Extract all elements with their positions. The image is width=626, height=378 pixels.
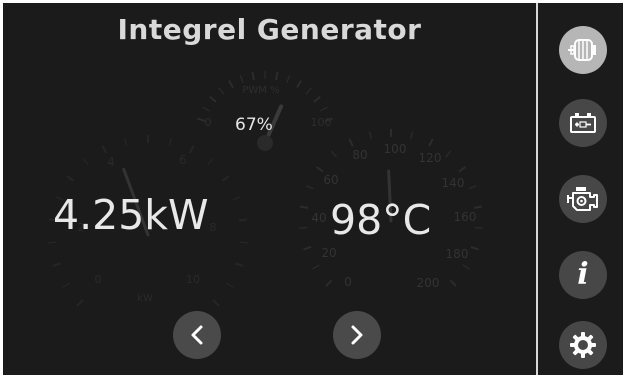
temp-tick-label: 60 bbox=[323, 173, 338, 187]
gauge-tick bbox=[313, 95, 321, 103]
previous-page-button[interactable] bbox=[173, 311, 221, 359]
gauge-tick bbox=[76, 299, 84, 307]
power-tick-label: 8 bbox=[210, 221, 217, 234]
gauge-tick bbox=[286, 75, 291, 84]
gauge-tick bbox=[445, 150, 452, 158]
gauge-tick bbox=[305, 87, 312, 95]
temp-tick-label: 0 bbox=[344, 275, 352, 289]
battery-icon bbox=[570, 113, 596, 133]
main-panel: PWM % 0 100 0 2 4 6 8 10 kW 0 20 40 60 8… bbox=[3, 3, 536, 375]
gauge-tick bbox=[239, 75, 244, 84]
temperature-readout: 98°C bbox=[330, 196, 432, 244]
gauge-tick bbox=[66, 175, 75, 182]
temp-tick-label: 180 bbox=[446, 247, 469, 261]
gauge-tick bbox=[315, 166, 324, 173]
gauge-tick bbox=[368, 131, 372, 140]
power-tick-label: 10 bbox=[186, 273, 200, 286]
power-tick-label: 0 bbox=[95, 273, 102, 286]
gauge-tick bbox=[209, 95, 217, 103]
page-title: Integrel Generator bbox=[117, 13, 422, 46]
pwm-tick-label: 100 bbox=[311, 116, 332, 129]
power-gauge-unit: kW bbox=[137, 293, 153, 304]
gauge-tick bbox=[221, 175, 230, 182]
gauge-tick bbox=[62, 282, 70, 288]
pwm-readout: 67% bbox=[235, 115, 273, 135]
gauges-background: PWM % 0 100 0 2 4 6 8 10 kW 0 20 40 60 8… bbox=[48, 71, 483, 307]
gauge-tick bbox=[428, 138, 434, 147]
temp-tick-label: 80 bbox=[352, 148, 367, 162]
gauge-tick bbox=[474, 226, 483, 229]
gauge-tick bbox=[188, 145, 195, 154]
gauge-tick bbox=[299, 226, 308, 229]
sidebar-item-engine[interactable] bbox=[559, 175, 607, 223]
gauge-tick bbox=[101, 145, 108, 154]
power-tick-label: 6 bbox=[179, 153, 187, 167]
pwm-gauge: PWM % 0 100 bbox=[197, 71, 333, 151]
gauge-tick bbox=[239, 241, 248, 244]
next-page-button[interactable] bbox=[333, 311, 381, 359]
gauge-tick bbox=[330, 150, 337, 158]
gauge-tick bbox=[232, 196, 241, 201]
gauge-tick bbox=[238, 218, 247, 222]
gauge-tick bbox=[305, 185, 314, 190]
gauge-tick bbox=[275, 71, 279, 81]
gear-icon bbox=[570, 332, 596, 358]
pwm-gauge-label: PWM % bbox=[242, 85, 279, 96]
gauge-tick bbox=[470, 246, 479, 251]
gauge-tick bbox=[468, 185, 477, 190]
gauge-tick bbox=[458, 166, 467, 173]
chevron-right-icon bbox=[351, 325, 363, 345]
temp-tick-label: 120 bbox=[419, 151, 442, 165]
power-readout: 4.25kW bbox=[53, 191, 209, 239]
gauge-tick bbox=[52, 262, 61, 267]
gauge-tick bbox=[48, 241, 57, 244]
gauge-tick bbox=[168, 137, 172, 146]
chevron-left-icon bbox=[191, 325, 203, 345]
temp-tick-label: 160 bbox=[454, 210, 477, 224]
sidebar-item-generator[interactable] bbox=[559, 26, 607, 74]
gauge-tick bbox=[235, 262, 244, 267]
temp-tick-label: 40 bbox=[311, 211, 326, 225]
gauge-tick bbox=[462, 264, 470, 270]
temp-tick-label: 200 bbox=[417, 276, 440, 290]
gauge-tick bbox=[296, 80, 302, 89]
gauge-tick bbox=[251, 71, 255, 81]
gauge-tick bbox=[325, 279, 333, 287]
gauge-tick bbox=[299, 205, 309, 209]
gauge-tick bbox=[207, 158, 214, 166]
gauge-tick bbox=[473, 205, 483, 209]
engine-icon bbox=[567, 187, 598, 211]
gauge-tick bbox=[202, 106, 210, 112]
generator-icon bbox=[568, 39, 596, 61]
temp-tick-label: 100 bbox=[384, 142, 407, 156]
sidebar-item-settings[interactable] bbox=[559, 321, 607, 369]
gauge-tick bbox=[348, 138, 354, 147]
temp-tick-label: 20 bbox=[321, 246, 336, 260]
gauge-tick bbox=[228, 80, 234, 89]
gauge-tick bbox=[212, 299, 220, 307]
gauge-tick bbox=[312, 264, 320, 270]
gauge-tick bbox=[320, 106, 328, 112]
gauge-tick bbox=[218, 87, 225, 95]
gauge-tick bbox=[226, 282, 234, 288]
info-icon: i bbox=[577, 257, 589, 292]
sidebar-item-info[interactable]: i bbox=[559, 251, 607, 299]
power-tick-label: 4 bbox=[107, 155, 115, 169]
gauge-tick bbox=[303, 246, 312, 251]
gauge-tick bbox=[82, 158, 89, 166]
pwm-tick-label: 0 bbox=[205, 116, 212, 129]
sidebar-item-battery[interactable] bbox=[559, 99, 607, 147]
temp-tick-label: 140 bbox=[442, 176, 465, 190]
gauge-tick bbox=[449, 279, 457, 287]
gauge-tick bbox=[410, 131, 414, 140]
gauge-tick bbox=[124, 137, 128, 146]
pwm-gauge-ticks bbox=[197, 71, 333, 123]
pwm-gauge-hub bbox=[257, 135, 273, 151]
app-frame: PWM % 0 100 0 2 4 6 8 10 kW 0 20 40 60 8… bbox=[3, 3, 623, 375]
sidebar: i bbox=[538, 3, 623, 375]
